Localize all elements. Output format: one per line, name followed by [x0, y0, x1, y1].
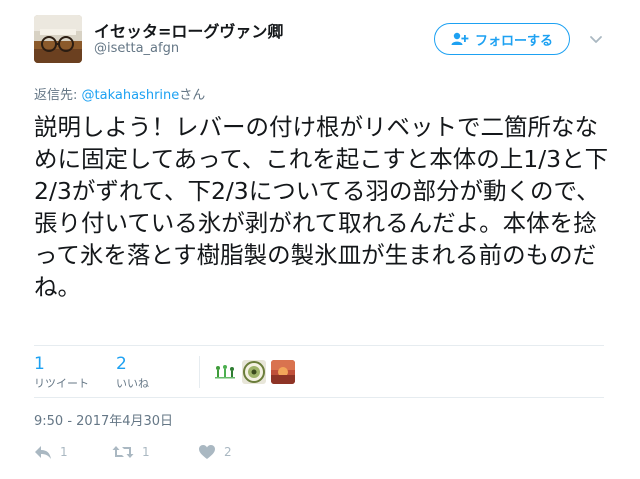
tweet-card: イセッタ=ローグヴァン卿 @isetta_afgn フォローする 返信先: @t… [0, 0, 640, 479]
liker-avatars [213, 360, 295, 384]
reply-suffix: さん [179, 88, 206, 103]
like-count: 2 [224, 445, 232, 459]
retweet-stat[interactable]: 1 リツイート [34, 354, 89, 392]
author-handle[interactable]: @isetta_afgn [94, 41, 179, 56]
liker-avatar-3[interactable] [271, 360, 295, 384]
add-user-icon [451, 32, 469, 46]
author-display-name[interactable]: イセッタ=ローグヴァン卿 [94, 18, 283, 42]
reply-button[interactable]: 1 [34, 444, 68, 460]
tweet-timestamp[interactable]: 9:50 - 2017年4月30日 [34, 410, 173, 429]
like-stat-count: 2 [116, 354, 127, 374]
stats-separator [199, 356, 200, 388]
retweet-icon [112, 444, 134, 460]
heart-icon [198, 444, 216, 460]
retweet-stat-count: 1 [34, 354, 45, 374]
reply-prefix: 返信先: [34, 88, 82, 103]
stats-top-divider [34, 345, 604, 346]
reply-icon [34, 444, 52, 460]
retweet-button[interactable]: 1 [112, 444, 150, 460]
like-button[interactable]: 2 [198, 444, 232, 460]
liker-avatar-1[interactable] [213, 360, 237, 384]
tweet-text: 説明しよう！レバーの付け根がリベットで二箇所ななめに固定してあって、これを起こす… [34, 113, 609, 301]
liker-avatar-2[interactable] [242, 360, 266, 384]
like-stat-label: いいね [116, 377, 149, 390]
like-stat[interactable]: 2 いいね [116, 354, 149, 392]
chevron-down-icon [587, 33, 605, 52]
author-avatar[interactable] [34, 15, 82, 63]
stats-bottom-divider [34, 397, 604, 398]
reply-context: 返信先: @takahashrineさん [34, 84, 205, 103]
follow-button[interactable]: フォローする [434, 23, 570, 55]
more-options-button[interactable] [587, 30, 605, 48]
retweet-count: 1 [142, 445, 150, 459]
follow-button-label: フォローする [474, 33, 553, 49]
retweet-stat-label: リツイート [34, 377, 89, 390]
reply-count: 1 [60, 445, 68, 459]
reply-mention-link[interactable]: @takahashrine [82, 88, 180, 103]
